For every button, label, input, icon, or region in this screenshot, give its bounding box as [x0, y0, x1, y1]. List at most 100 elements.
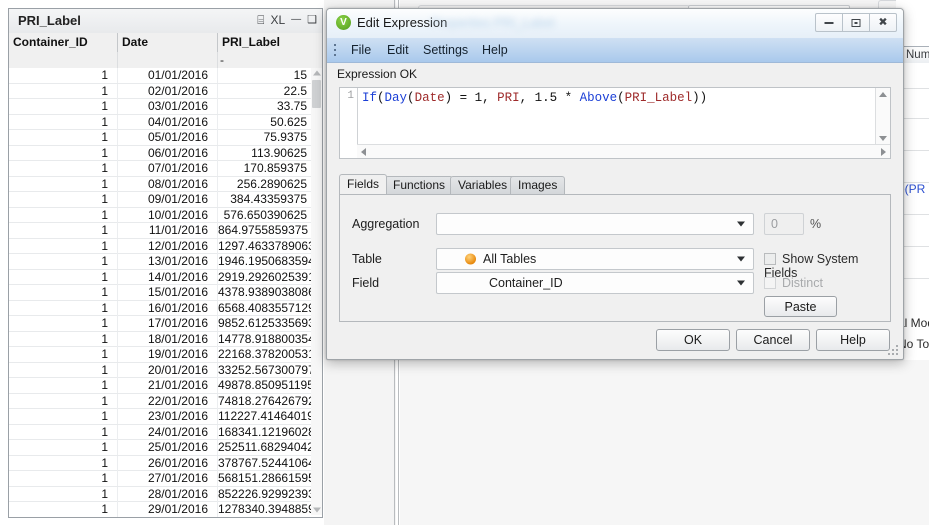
- table-row[interactable]: 1 03/01/2016 33.75: [9, 99, 322, 115]
- table-dropdown[interactable]: All Tables: [436, 248, 754, 270]
- num-tab[interactable]: Num: [901, 46, 929, 63]
- menu-item-help[interactable]: Help: [478, 42, 512, 59]
- scrollbar-thumb[interactable]: [312, 80, 321, 108]
- editor-horizontal-scrollbar[interactable]: [357, 144, 890, 158]
- excel-export-icon[interactable]: XL: [270, 12, 285, 28]
- table-cell: 17/01/2016: [117, 316, 213, 331]
- scroll-up-arrow-icon[interactable]: [879, 92, 887, 97]
- table-row[interactable]: 1 24/01/2016 168341.12196028: [9, 424, 322, 440]
- column-header-pri-label[interactable]: PRI_Label: [217, 33, 312, 52]
- table-row[interactable]: 1 07/01/2016 170.859375: [9, 161, 322, 177]
- table-row[interactable]: 1 29/01/2016 1278340.3948859: [9, 502, 322, 517]
- table-cell: 1: [101, 502, 108, 516]
- table-cell: 1: [101, 99, 108, 113]
- expression-editor[interactable]: 1 If(Day(Date) = 1, PRI, 1.5 * Above(PRI…: [339, 87, 891, 159]
- tab-images[interactable]: Images: [510, 176, 566, 194]
- resize-grip-icon[interactable]: [888, 345, 899, 356]
- table-row[interactable]: 1 23/01/2016 112227.41464019: [9, 409, 322, 425]
- table-cell: 568151.28661595: [217, 471, 315, 486]
- table-row[interactable]: 1 06/01/2016 113.90625: [9, 145, 322, 161]
- menu-grip-icon[interactable]: [334, 44, 336, 56]
- table-row[interactable]: 1 11/01/2016 864.9755859375: [9, 223, 322, 239]
- menu-item-file[interactable]: File: [347, 42, 375, 59]
- table-cell: 28/01/2016: [117, 486, 213, 502]
- table-cell: 852226.92992393: [217, 486, 315, 502]
- table-row[interactable]: 1 12/01/2016 1297.4633789063: [9, 238, 322, 254]
- close-button[interactable]: ✖: [869, 13, 897, 32]
- table-cell: 18/01/2016: [117, 331, 213, 347]
- table-row[interactable]: 1 01/01/2016 15: [9, 68, 322, 84]
- maximize-icon[interactable]: ❑: [307, 12, 317, 28]
- table-cell: 168341.12196028: [217, 424, 315, 440]
- table-row[interactable]: 1 05/01/2016 75.9375: [9, 130, 322, 146]
- dialog-title-blurred-suffix: Properties PRI_Label: [431, 15, 555, 30]
- table-row[interactable]: 1 15/01/2016 4378.9389038086: [9, 285, 322, 301]
- table-row[interactable]: 1 22/01/2016 74818.276426792: [9, 393, 322, 409]
- table-cell: 16/01/2016: [117, 300, 213, 316]
- table-row[interactable]: 1 13/01/2016 1946.1950683594: [9, 254, 322, 270]
- restore-button[interactable]: [842, 13, 870, 32]
- table-row[interactable]: 1 02/01/2016 22.5: [9, 83, 322, 99]
- scroll-left-arrow-icon[interactable]: [361, 147, 366, 156]
- help-button[interactable]: Help: [816, 329, 890, 351]
- table-cell: 08/01/2016: [117, 176, 213, 192]
- minimize-button[interactable]: [815, 13, 843, 32]
- table-cell: 864.9755859375: [217, 223, 312, 238]
- table-cell: 1: [101, 331, 108, 346]
- table-row[interactable]: 1 16/01/2016 6568.4083557129: [9, 300, 322, 316]
- menu-item-edit[interactable]: Edit: [383, 42, 413, 59]
- chevron-down-icon: [737, 256, 745, 262]
- distinct-row[interactable]: Distinct: [764, 276, 823, 290]
- scroll-down-arrow-icon[interactable]: [879, 136, 887, 141]
- table-row[interactable]: 1 10/01/2016 576.650390625: [9, 207, 322, 223]
- table-row[interactable]: 1 09/01/2016 384.43359375: [9, 192, 322, 208]
- column-header-date[interactable]: Date: [117, 33, 217, 52]
- percent-value: 0: [771, 217, 778, 231]
- field-dropdown[interactable]: Container_ID: [436, 272, 754, 294]
- copy-icon[interactable]: ⌸: [257, 12, 264, 28]
- menu-item-settings[interactable]: Settings: [419, 42, 472, 59]
- table-row[interactable]: 1 28/01/2016 852226.92992393: [9, 486, 322, 502]
- code-token: Above: [579, 91, 618, 105]
- table-cell: 1: [101, 254, 108, 268]
- table-cell: 252511.68294042: [217, 440, 314, 455]
- table-filter-row[interactable]: -: [9, 52, 322, 69]
- table-body[interactable]: 1 01/01/2016 15 1 02/01/2016 22.5 1 03/01/2016 3…: [9, 68, 322, 517]
- table-cell: 22/01/2016: [117, 393, 213, 409]
- table-row[interactable]: 1 20/01/2016 33252.567300797: [9, 362, 322, 378]
- tab-variables[interactable]: Variables: [450, 176, 516, 194]
- aggregation-dropdown[interactable]: [436, 213, 754, 235]
- scroll-down-arrow-icon[interactable]: [311, 505, 322, 515]
- column-header-container-id[interactable]: Container_ID: [9, 33, 117, 52]
- table-cell: 1: [101, 393, 108, 408]
- ok-button[interactable]: OK: [656, 329, 730, 351]
- table-row[interactable]: 1 27/01/2016 568151.28661595: [9, 471, 322, 487]
- cancel-button[interactable]: Cancel: [736, 329, 810, 351]
- table-row[interactable]: 1 26/01/2016 378767.52441064: [9, 455, 322, 471]
- table-row[interactable]: 1 04/01/2016 50.625: [9, 114, 322, 130]
- table-row[interactable]: 1 19/01/2016 22168.378200531: [9, 347, 322, 363]
- editor-vertical-scrollbar[interactable]: [875, 88, 890, 145]
- table-vertical-scrollbar[interactable]: [311, 68, 322, 515]
- table-row[interactable]: 1 14/01/2016 2919.2926025391: [9, 269, 322, 285]
- table-row[interactable]: 1 08/01/2016 256.2890625: [9, 176, 322, 192]
- expression-code-text[interactable]: If(Day(Date) = 1, PRI, 1.5 * Above(PRI_L…: [362, 91, 707, 105]
- table-row[interactable]: 1 18/01/2016 14778.918800354: [9, 331, 322, 347]
- tab-fields[interactable]: Fields: [339, 174, 388, 194]
- table-row[interactable]: 1 17/01/2016 9852.6125335693: [9, 316, 322, 332]
- table-cell: 06/01/2016: [117, 145, 213, 161]
- table-row[interactable]: 1 21/01/2016 49878.850951195: [9, 378, 322, 394]
- paste-button[interactable]: Paste: [764, 296, 837, 317]
- show-system-fields-checkbox[interactable]: [764, 253, 776, 265]
- table-row[interactable]: 1 25/01/2016 252511.68294042: [9, 440, 322, 456]
- scroll-right-arrow-icon[interactable]: [881, 147, 886, 156]
- scroll-up-arrow-icon[interactable]: [311, 68, 322, 78]
- tab-functions[interactable]: Functions: [385, 176, 454, 194]
- dialog-menu-bar: File Edit Settings Help: [327, 38, 903, 63]
- percent-input[interactable]: 0: [764, 213, 804, 235]
- table-cell: 1: [101, 347, 108, 361]
- minimize-icon[interactable]: —: [291, 12, 301, 28]
- dialog-title-bar[interactable]: V Edit Expression Properties PRI_Label ✖: [327, 9, 903, 39]
- distinct-checkbox[interactable]: [764, 277, 776, 289]
- table-caption-bar[interactable]: PRI_Label ⌸ XL — ❑: [9, 9, 322, 34]
